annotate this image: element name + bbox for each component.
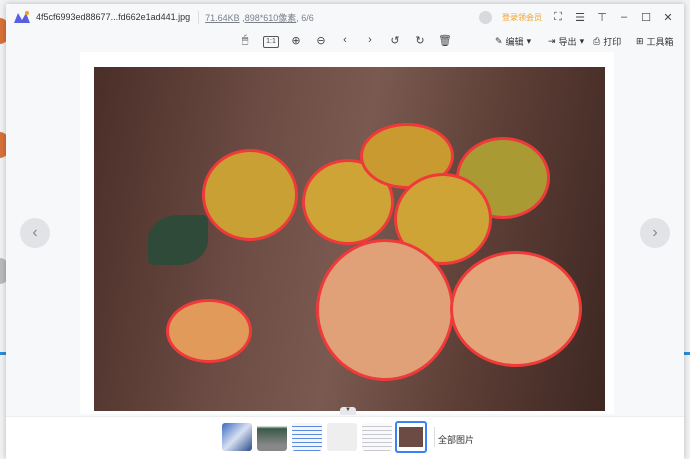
divider	[434, 427, 435, 447]
chevron-down-icon: ▾	[526, 36, 532, 46]
thumbnail-image	[399, 427, 423, 447]
main-image[interactable]	[94, 67, 605, 411]
toolbox-label: 工具箱	[646, 37, 674, 47]
orange-slice	[166, 299, 252, 363]
login-vip-link[interactable]: 登录领会员	[502, 12, 542, 23]
thumbnail-3[interactable]	[292, 423, 322, 451]
image-viewer-window: 4f5cf6993ed88677...fd662e1ad441.jpg 71.6…	[6, 4, 684, 459]
thumbnail-5[interactable]	[362, 423, 392, 451]
thumbnail-1[interactable]	[222, 423, 252, 451]
thumbnail-4[interactable]	[327, 423, 357, 451]
all-images-link[interactable]: 全部图片	[438, 433, 474, 446]
collapse-strip-handle[interactable]: ▼	[340, 407, 356, 415]
minimize-icon[interactable]: –	[618, 11, 630, 23]
export-button[interactable]: ⇥ 导出 ▾	[548, 35, 584, 48]
peeled-fruit	[450, 251, 582, 367]
rotate-right-icon[interactable]: ↻	[412, 34, 428, 47]
next-icon[interactable]: ›	[362, 34, 378, 46]
file-size[interactable]: 71.64KB	[205, 13, 240, 23]
fullscreen-icon[interactable]: ⛶	[552, 11, 564, 24]
export-icon: ⇥	[548, 36, 556, 46]
file-meta: 71.64KB ,898*610像素, 6/6	[198, 10, 314, 24]
toolbar: 🖱︎ 1:1 ⊕ ⊖ ‹ › ↺ ↻ 🗑︎ ✎ 编辑 ▾ ⇥ 导出 ▾ ⎙ 打印 ⊞ 工具箱	[6, 30, 684, 54]
fruit	[202, 149, 298, 241]
leaf	[148, 215, 208, 265]
actual-size-button[interactable]: 1:1	[263, 36, 279, 48]
rotate-left-icon[interactable]: ↺	[387, 34, 403, 47]
edit-label: 编辑	[505, 37, 524, 47]
previous-image-button[interactable]: ‹	[20, 218, 50, 248]
image-dimensions[interactable]: 898*610像素	[245, 13, 297, 23]
zoom-in-icon[interactable]: ⊕	[288, 34, 304, 47]
title-bar: 4f5cf6993ed88677...fd662e1ad441.jpg 71.6…	[6, 4, 684, 30]
file-name: 4f5cf6993ed88677...fd662e1ad441.jpg	[36, 12, 191, 22]
toolbox-button[interactable]: ⊞ 工具箱	[636, 35, 674, 48]
toolbox-icon: ⊞	[636, 36, 644, 46]
export-label: 导出	[558, 37, 577, 47]
next-image-button[interactable]: ›	[640, 218, 670, 248]
pin-icon[interactable]: ⊤	[596, 11, 608, 24]
close-icon[interactable]: ✕	[662, 11, 674, 24]
chevron-down-icon: ▾	[579, 36, 585, 46]
thumbnail-6-selected[interactable]	[395, 421, 427, 453]
zoom-out-icon[interactable]: ⊖	[313, 34, 329, 47]
thumbnail-2[interactable]	[257, 423, 287, 451]
maximize-icon[interactable]: ☐	[640, 11, 652, 24]
menu-icon[interactable]: ☰	[574, 11, 586, 24]
image-index: , 6/6	[296, 12, 314, 23]
mouse-mode-icon[interactable]: 🖱︎	[237, 34, 253, 47]
app-logo-icon	[14, 11, 30, 23]
print-label: 打印	[603, 37, 622, 47]
delete-icon[interactable]: 🗑︎	[437, 34, 453, 47]
peeled-fruit	[316, 239, 454, 381]
print-icon: ⎙	[593, 36, 601, 46]
edit-button[interactable]: ✎ 编辑 ▾	[495, 35, 531, 48]
previous-icon[interactable]: ‹	[337, 34, 353, 46]
edit-icon: ✎	[495, 36, 503, 46]
user-avatar[interactable]	[479, 10, 492, 24]
print-button[interactable]: ⎙ 打印	[593, 35, 621, 48]
thumbnail-strip: 全部图片	[6, 416, 684, 459]
